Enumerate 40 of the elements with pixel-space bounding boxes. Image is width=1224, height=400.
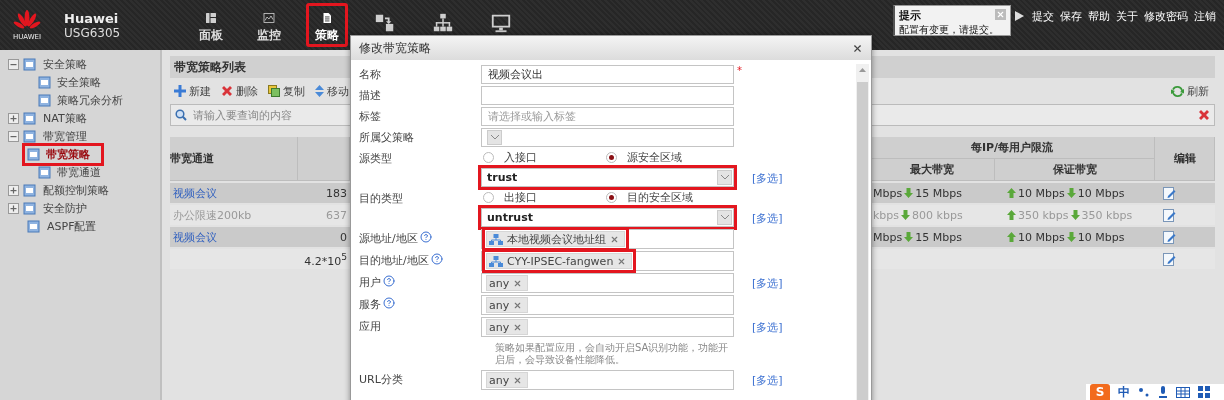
ime-logo: S xyxy=(1090,384,1110,400)
table-cell: 15 Mbps xyxy=(915,186,962,200)
field-label: 源类型 xyxy=(359,151,392,166)
field-label: 目的地址/地区 xyxy=(359,253,429,268)
table-cell: 10 Mbps xyxy=(1077,230,1125,244)
table-cell: 10 Mbps xyxy=(1018,186,1065,200)
hint-text: 策略如果配置应用，会自动开启SA识别功能，功能开启后，会导致设备性能降低。 xyxy=(494,341,730,367)
table-cell: Mbps xyxy=(873,230,903,244)
field-label: URL分类 xyxy=(359,372,403,387)
column-header: 保证带宽 xyxy=(995,159,1155,181)
field-label: 源地址/地区 xyxy=(359,231,418,246)
table-cell: 350 kbps xyxy=(1018,208,1069,222)
table-cell: Mbps xyxy=(873,186,903,200)
table-cell: 183 xyxy=(326,186,347,200)
table-cell: kbps xyxy=(873,208,900,222)
table-cell: 350 kbps xyxy=(1081,208,1133,222)
dialog-title: 修改带宽策略 xyxy=(359,39,431,57)
field-label: 标签 xyxy=(359,109,381,124)
field-label: 所属父策略 xyxy=(359,130,414,145)
field-label: 应用 xyxy=(359,319,381,334)
column-header: 带宽通道 xyxy=(170,137,298,181)
required-mark: * xyxy=(736,65,743,78)
table-cell: 637 xyxy=(326,208,347,222)
product-name: Huawei xyxy=(64,10,120,26)
table-cell: 15 Mbps xyxy=(915,230,962,244)
field-label: 目的类型 xyxy=(359,191,403,206)
notice-message: 配置有变更，请提交。 xyxy=(899,23,1000,37)
field-label: 服务 xyxy=(359,297,381,312)
table-cell: 10 Mbps xyxy=(1077,186,1125,200)
notice-title: 提示 xyxy=(899,8,921,23)
column-header: 最大带宽 xyxy=(870,159,995,181)
table-cell: 0 xyxy=(340,230,347,244)
model-name: USG6305 xyxy=(64,25,122,40)
field-label: 描述 xyxy=(359,88,381,103)
table-cell: 800 kbps xyxy=(912,208,963,222)
field-label: 用户 xyxy=(359,275,381,290)
table-cell: 10 Mbps xyxy=(1018,230,1065,244)
table-cell: 4.2*10$^{5}$ xyxy=(304,250,347,268)
column-header: 每IP/每用户限流 xyxy=(870,137,1155,159)
column-header: 编辑 xyxy=(1155,137,1215,181)
